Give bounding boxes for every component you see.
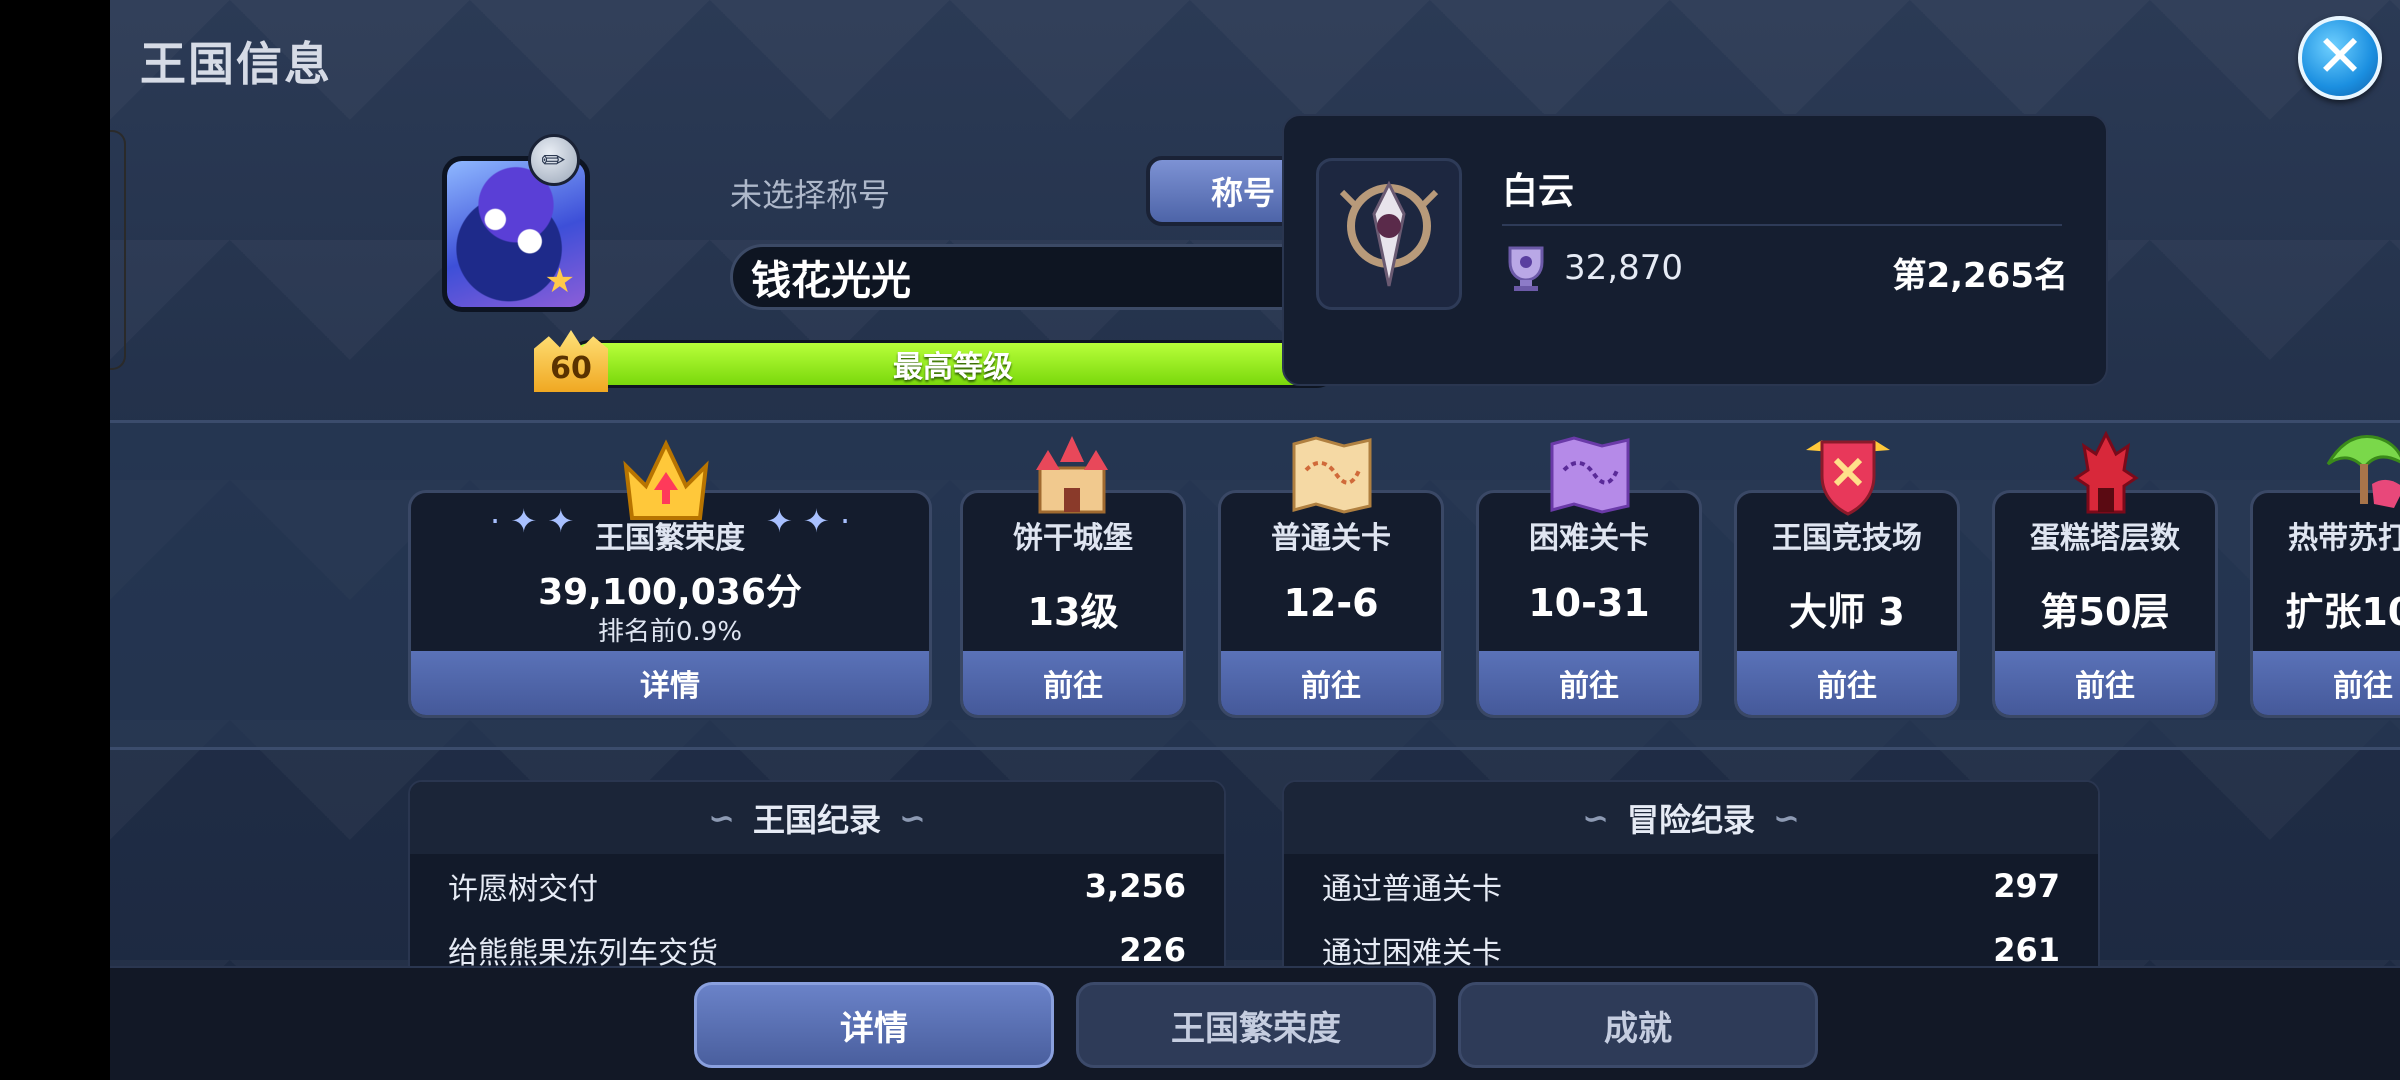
record-row: 通过普通关卡 297 — [1284, 854, 2098, 918]
map-icon — [1292, 436, 1372, 514]
guild-score: 32,870 — [1564, 248, 1683, 288]
record-row: 许愿树交付 3,256 — [410, 854, 1224, 918]
level-bar: 最高等级 — [566, 340, 1340, 388]
record-header: ∽ 冒险纪录 ∽ — [1284, 782, 2098, 854]
swirl-icon: ∽ — [708, 799, 735, 837]
star-icon: ★ — [544, 261, 575, 301]
record-value: 3,256 — [1084, 867, 1186, 905]
tab-details[interactable]: 详情 — [694, 982, 1054, 1068]
record-title: 王国纪录 — [752, 801, 881, 839]
card-value: 13级 — [1027, 590, 1119, 634]
prosperity-detail-button[interactable]: 详情 — [411, 651, 929, 715]
card-label: 普通关卡 — [1271, 521, 1391, 556]
guild-emblem-icon — [1316, 158, 1462, 310]
device-bezel — [110, 130, 126, 370]
crown-icon — [623, 439, 709, 520]
record-value: 297 — [1993, 867, 2060, 905]
card-label: 王国竞技场 — [1772, 521, 1922, 556]
divider — [1502, 224, 2062, 226]
card-value: 大师 3 — [1789, 590, 1905, 634]
card-value: 第50层 — [2040, 590, 2170, 634]
prosperity-card: 王国繁荣度 39,100,036分 排名前0.9% 详情 — [408, 490, 932, 718]
castle-icon — [1036, 436, 1108, 514]
tropical-soda-card: 热带苏打群 扩张103 前往 — [2250, 490, 2400, 718]
card-value: 扩张103 — [2285, 590, 2400, 634]
sparkle-icon: · ✦ ✦ — [490, 502, 575, 540]
castle-card: 饼干城堡 13级 前往 — [960, 490, 1186, 718]
record-header: ∽ 王国纪录 ∽ — [410, 782, 1224, 854]
record-value: 261 — [1993, 931, 2060, 969]
hard-stage-card: 困难关卡 10-31 前往 — [1476, 490, 1702, 718]
card-label: 困难关卡 — [1529, 521, 1649, 556]
card-label: 热带苏打群 — [2288, 521, 2400, 556]
hard-stage-go-button[interactable]: 前往 — [1479, 651, 1699, 715]
record-title: 冒险纪录 — [1626, 801, 1755, 839]
castle-go-button[interactable]: 前往 — [963, 651, 1183, 715]
arena-shield-icon — [1806, 440, 1890, 516]
close-button[interactable]: ✕ — [2298, 16, 2382, 100]
arena-card: 王国竞技场 大师 3 前往 — [1734, 490, 1960, 718]
hard-map-icon — [1550, 436, 1630, 514]
guild-panel[interactable]: 白云 32,870 第2,265名 — [1282, 114, 2108, 386]
palm-island-icon — [2326, 435, 2400, 508]
level-number: 60 — [550, 351, 592, 386]
cake-tower-card: 蛋糕塔层数 第50层 前往 — [1992, 490, 2218, 718]
card-label: 蛋糕塔层数 — [2030, 521, 2180, 556]
pencil-icon: ✎ — [534, 140, 574, 180]
level-text: 最高等级 — [893, 350, 1013, 385]
swirl-icon: ∽ — [899, 799, 926, 837]
page-title: 王国信息 — [140, 37, 332, 91]
card-subvalue: 排名前0.9% — [597, 617, 743, 647]
record-label: 许愿树交付 — [448, 872, 598, 907]
tropical-soda-go-button[interactable]: 前往 — [2253, 651, 2400, 715]
tab-achievements[interactable]: 成就 — [1458, 982, 1818, 1068]
normal-stage-go-button[interactable]: 前往 — [1221, 651, 1441, 715]
tab-prosperity[interactable]: 王国繁荣度 — [1076, 982, 1436, 1068]
arena-go-button[interactable]: 前往 — [1737, 651, 1957, 715]
card-label: 饼干城堡 — [1013, 521, 1133, 556]
cake-tower-go-button[interactable]: 前往 — [1995, 651, 2215, 715]
swirl-icon: ∽ — [1773, 799, 1800, 837]
close-icon: ✕ — [2315, 22, 2365, 90]
guild-trophy-icon — [1508, 246, 1544, 291]
record-value: 226 — [1119, 931, 1186, 969]
guild-rank: 第2,265名 — [1892, 256, 2068, 296]
edit-avatar-button[interactable]: ✎ — [528, 134, 580, 186]
bottom-tab-bar: 详情 王国繁荣度 成就 — [110, 966, 2400, 1080]
guild-name: 白云 — [1502, 171, 1575, 212]
title-placeholder: 未选择称号 — [730, 176, 891, 214]
kingdom-name-field: 钱花光光 — [730, 244, 1340, 310]
record-label: 通过普通关卡 — [1322, 872, 1502, 907]
swirl-icon: ∽ — [1582, 799, 1609, 837]
sparkle-icon: ✦ ✦ · — [766, 502, 851, 540]
card-value: 10-31 — [1528, 581, 1650, 625]
card-value: 39,100,036分 — [538, 572, 802, 613]
card-value: 12-6 — [1283, 581, 1379, 625]
kingdom-info-screen: 王国信息 ✕ ★ ✎ 未选择称号 称号 钱花光光 ✎ 最高等级 60 白云 — [110, 0, 2400, 1080]
normal-stage-card: 普通关卡 12-6 前往 — [1218, 490, 1444, 718]
kingdom-name: 钱花光光 — [751, 258, 911, 304]
tower-icon — [2073, 430, 2139, 514]
